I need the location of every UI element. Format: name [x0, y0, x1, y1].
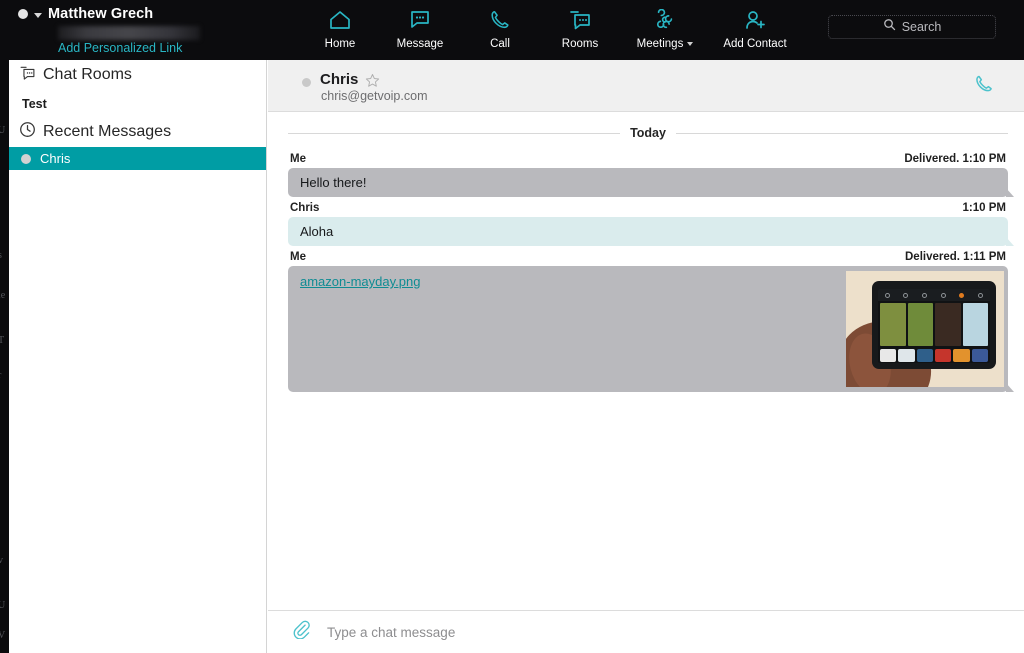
message-status-time: Delivered. 1:10 PM — [904, 153, 1006, 165]
tablet-icon — [978, 292, 984, 298]
status-dot-icon — [18, 9, 28, 19]
add-personalized-link[interactable]: Add Personalized Link — [58, 41, 182, 55]
tablet-app-row — [878, 348, 990, 363]
phone-icon[interactable] — [974, 74, 994, 99]
app-icon — [898, 349, 915, 362]
sidebar-section-label: Recent Messages — [43, 123, 172, 140]
sidebar-section-chat-rooms[interactable]: Chat Rooms — [9, 60, 266, 90]
nav-item-add-contact[interactable]: Add Contact — [710, 4, 800, 50]
message-sender: Me — [290, 251, 306, 263]
tablet-icon — [884, 292, 890, 298]
tablet-icon — [922, 292, 928, 298]
app-icon — [971, 349, 988, 362]
search-icon — [883, 18, 896, 36]
home-icon — [328, 7, 352, 33]
nav-item-list: Home Message Call Rooms Meetings Add Con… — [300, 4, 800, 50]
sidebar-section-label: Chat Rooms — [43, 66, 132, 83]
message-row: Chris 1:10 PM Aloha — [288, 199, 1014, 246]
tablet-statusbar — [878, 289, 990, 301]
status-dot-icon — [302, 78, 311, 87]
clock-icon — [19, 121, 36, 143]
message-text: Aloha — [300, 224, 334, 239]
message-row: Me Delivered. 1:11 PM amazon-mayday.png — [288, 248, 1014, 392]
chevron-down-icon[interactable] — [687, 42, 694, 46]
nav-item-call[interactable]: Call — [460, 4, 540, 50]
redacted-user-detail — [58, 26, 200, 40]
message-status-time: Delivered. 1:11 PM — [905, 251, 1006, 263]
divider-line-left — [288, 132, 621, 134]
nav-item-home[interactable]: Home — [300, 4, 380, 50]
sidebar-item-room-test[interactable]: Test — [9, 90, 266, 117]
attachment-file-link[interactable]: amazon-mayday.png — [300, 274, 420, 289]
app-icon — [916, 349, 933, 362]
tablet-screen — [878, 289, 990, 363]
phone-icon — [488, 7, 512, 33]
app-icon — [880, 349, 897, 362]
status-dot-icon — [21, 153, 31, 164]
sidebar-item-label: Chris — [40, 151, 71, 166]
message-icon — [408, 7, 432, 33]
message-meta: Me Delivered. 1:10 PM — [288, 150, 1008, 168]
rooms-icon — [568, 7, 592, 33]
sidebar-section-recent-messages[interactable]: Recent Messages — [9, 117, 266, 147]
tablet-icon-active — [959, 292, 965, 298]
message-composer: Type a chat message — [268, 610, 1024, 653]
message-list[interactable]: Today Me Delivered. 1:10 PM Hello there!… — [268, 112, 1024, 610]
top-navigation-bar: Matthew Grech Add Personalized Link Home — [0, 0, 1024, 60]
message-status-time: 1:10 PM — [962, 202, 1006, 214]
message-sender: Chris — [290, 202, 320, 214]
nav-item-label: Message — [396, 38, 444, 50]
rooms-icon — [19, 65, 36, 86]
message-sender: Me — [290, 153, 306, 165]
nav-item-label-wrap: Meetings — [637, 38, 694, 50]
divider-line-right — [675, 132, 1009, 134]
tablet-icon — [940, 292, 946, 298]
nav-item-meetings[interactable]: Meetings — [620, 4, 710, 50]
sidebar-item-label: Test — [22, 96, 47, 111]
search-placeholder: Search — [901, 20, 942, 34]
nav-item-label: Rooms — [561, 38, 599, 50]
chat-message-input[interactable]: Type a chat message — [327, 625, 455, 640]
nav-item-rooms[interactable]: Rooms — [540, 4, 620, 50]
nav-item-message[interactable]: Message — [380, 4, 460, 50]
carousel-card — [907, 303, 933, 346]
message-bubble[interactable]: Hello there! — [288, 168, 1014, 197]
app-icon — [953, 349, 970, 362]
meetings-icon — [652, 7, 678, 33]
app-icon — [934, 349, 952, 362]
desktop-edge-strip: U s le T r v U V — [0, 0, 9, 653]
chat-contact-name: Chris — [320, 71, 359, 88]
chat-header: Chris chris@getvoip.com — [268, 60, 1024, 112]
paperclip-icon[interactable] — [292, 620, 311, 644]
nav-item-label: Home — [324, 38, 356, 50]
message-meta: Me Delivered. 1:11 PM — [288, 248, 1008, 266]
carousel-card — [935, 303, 961, 346]
nav-item-label: Meetings — [636, 38, 684, 50]
nav-item-label: Call — [490, 38, 510, 50]
current-user-block[interactable]: Matthew Grech Add Personalized Link — [18, 4, 268, 56]
message-text: Hello there! — [300, 175, 367, 190]
tablet-icon — [903, 292, 909, 298]
message-bubble[interactable]: Aloha — [288, 217, 1014, 246]
sidebar: Chat Rooms Test Recent Messages Chris — [9, 60, 267, 653]
message-row: Me Delivered. 1:10 PM Hello there! — [288, 150, 1014, 197]
app-window: U s le T r v U V Matthew Grech Add Perso… — [0, 0, 1024, 653]
attachment-thumbnail[interactable] — [846, 271, 1004, 387]
message-bubble-attachment[interactable]: amazon-mayday.png — [288, 266, 1014, 392]
search-input[interactable]: Search — [828, 15, 996, 39]
add-contact-icon — [743, 7, 767, 33]
day-divider-label: Today — [630, 126, 666, 140]
chat-contact-email: chris@getvoip.com — [321, 89, 428, 103]
carousel-card — [962, 303, 988, 346]
tablet-carousel — [878, 301, 990, 348]
message-meta: Chris 1:10 PM — [288, 199, 1008, 217]
current-user-name: Matthew Grech — [48, 6, 154, 22]
day-divider: Today — [288, 126, 1009, 140]
sidebar-item-contact-chris[interactable]: Chris — [9, 147, 266, 170]
chevron-down-icon[interactable] — [34, 12, 42, 18]
tablet-device — [872, 281, 996, 369]
nav-item-label: Add Contact — [723, 38, 787, 50]
carousel-card — [880, 303, 906, 346]
